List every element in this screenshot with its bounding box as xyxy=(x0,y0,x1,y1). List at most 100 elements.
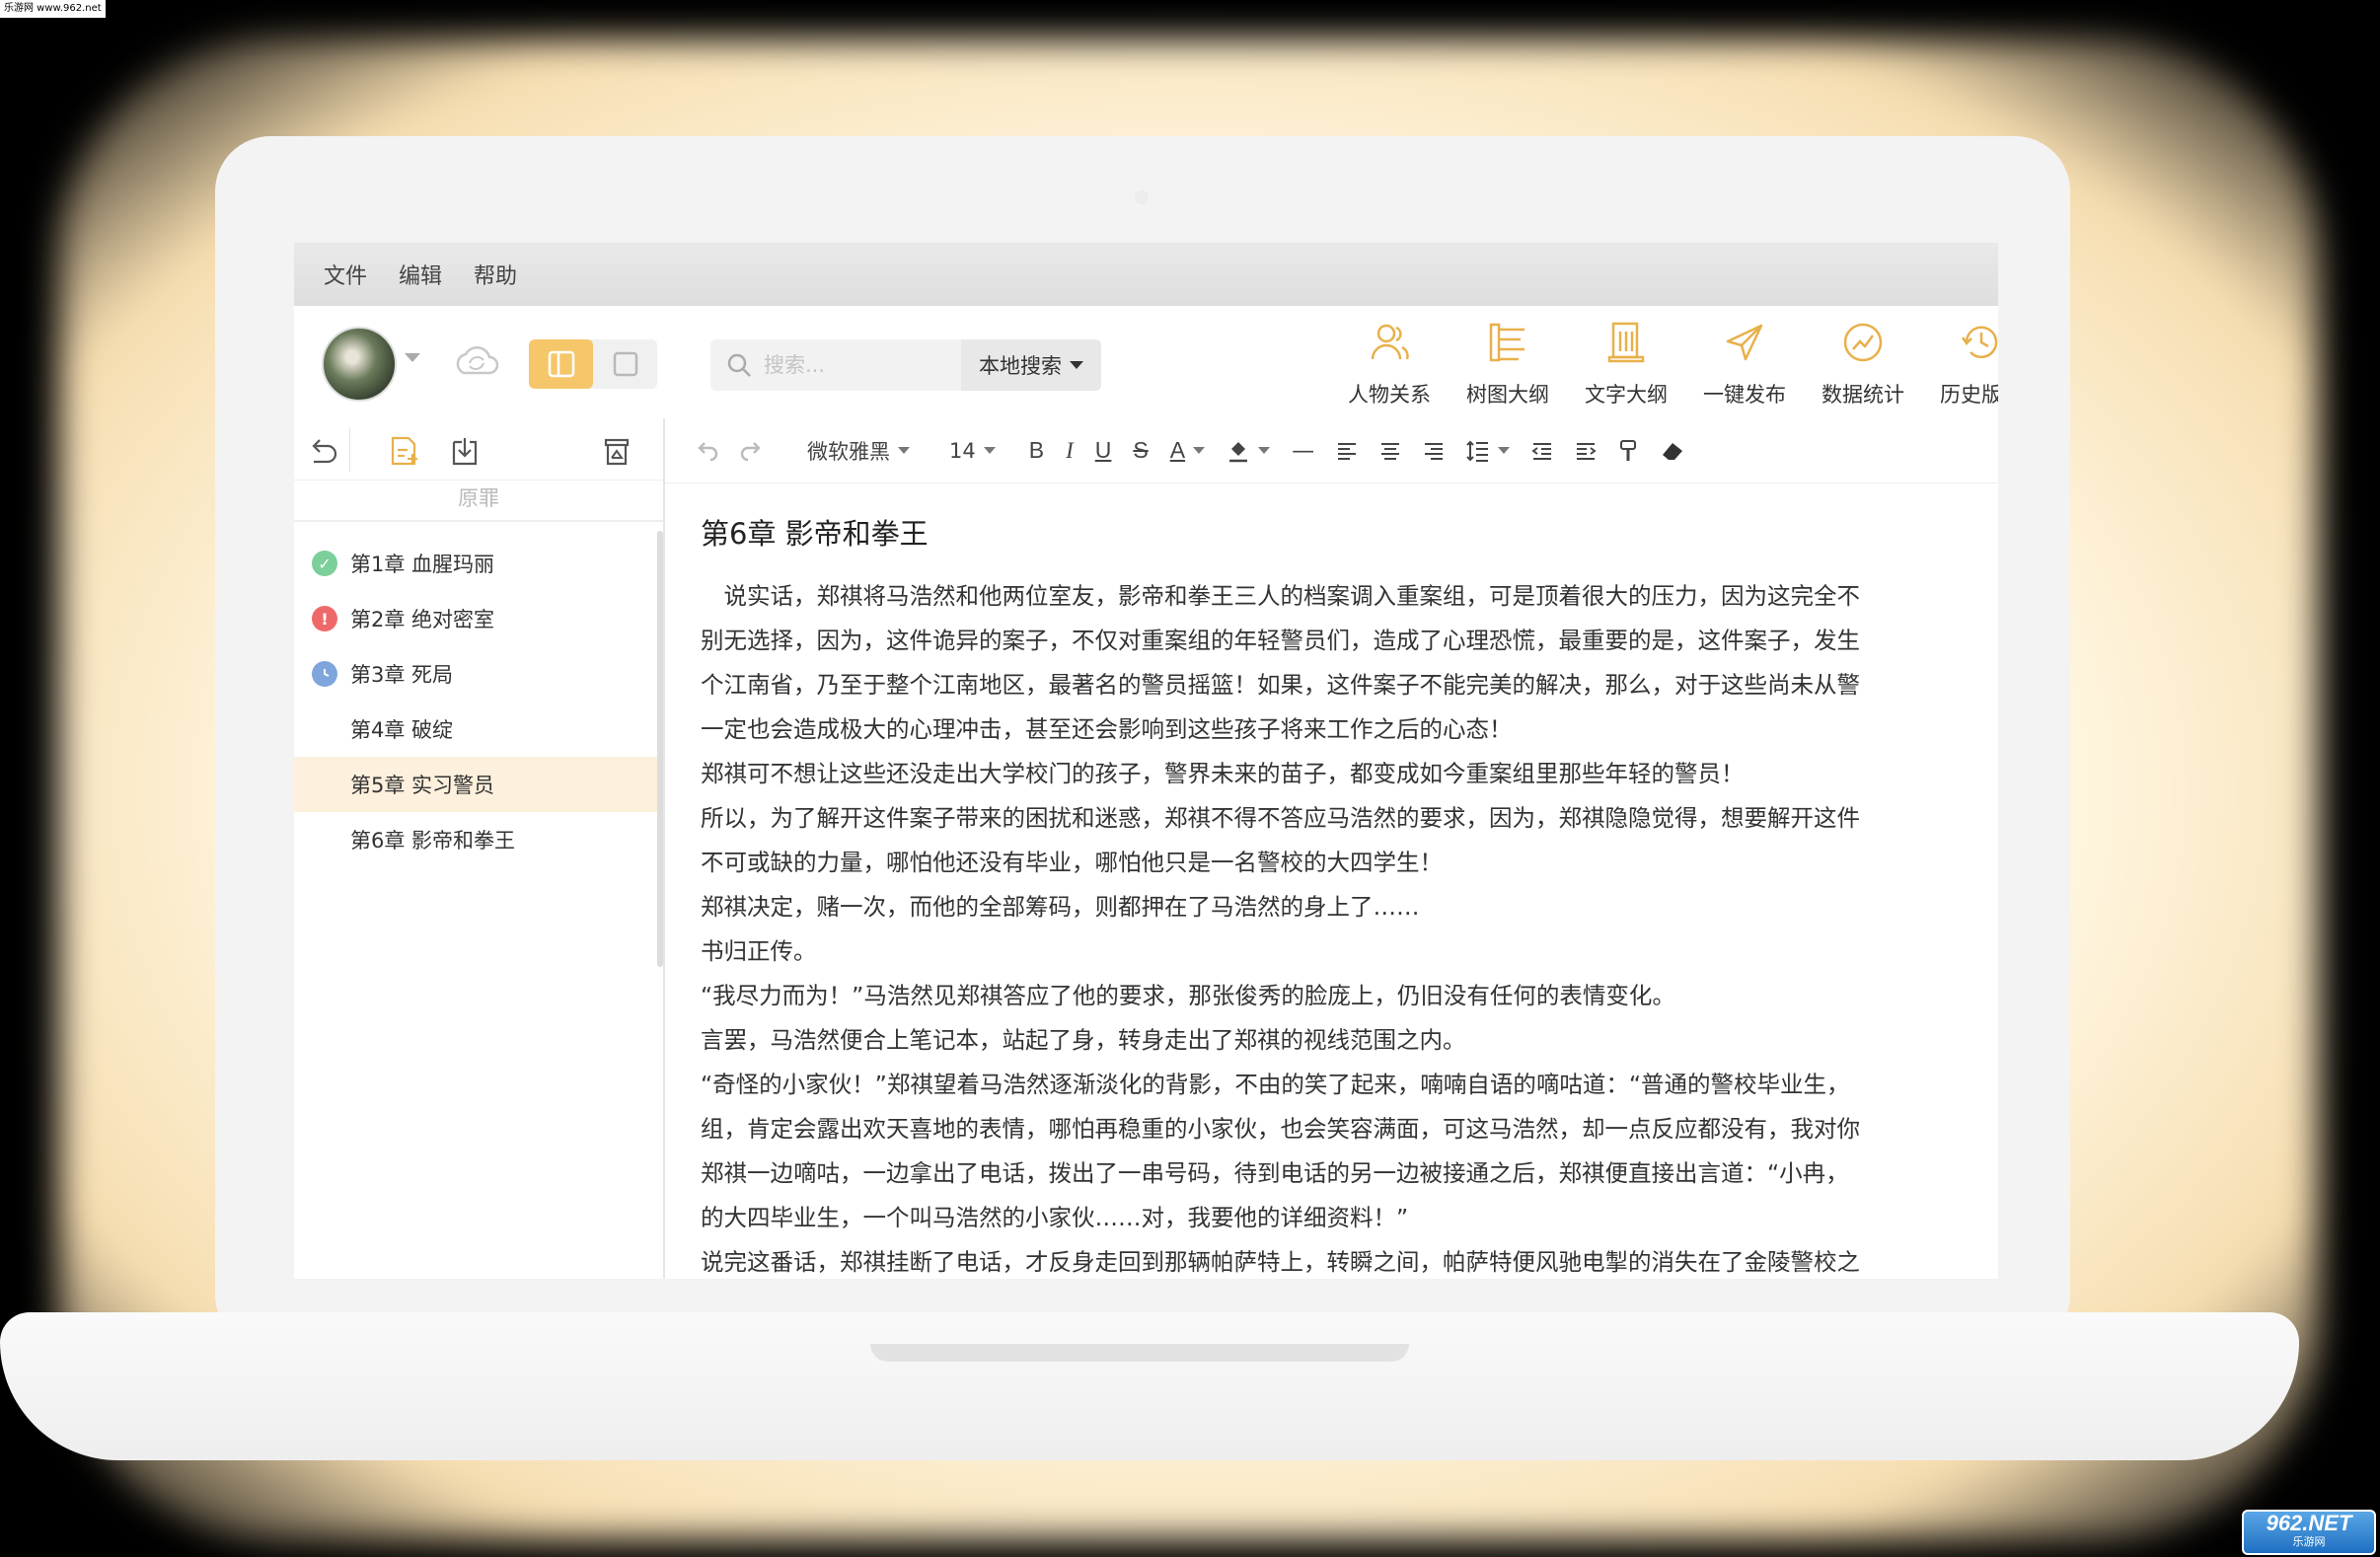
chevron-down-icon xyxy=(1070,361,1083,369)
font-size-value: 14 xyxy=(949,438,976,463)
tool-statistics[interactable]: 数据统计 xyxy=(1804,320,1922,408)
chapter-label: 第4章 破绽 xyxy=(350,718,454,742)
chapter-toolbar xyxy=(294,418,663,481)
chevron-down-icon[interactable] xyxy=(405,353,420,362)
tool-label: 数据统计 xyxy=(1822,383,1904,407)
publish-icon xyxy=(1726,324,1763,361)
line-spacing-icon[interactable] xyxy=(1466,440,1511,462)
split-view-icon xyxy=(548,350,574,378)
menu-file[interactable]: 文件 xyxy=(324,259,367,290)
import-icon[interactable] xyxy=(448,434,482,468)
redo-arrow-icon xyxy=(740,441,761,461)
highlight-color-icon[interactable] xyxy=(1227,439,1271,463)
paragraph: 组，肯定会露出欢天喜地的表情，哪怕再稳重的小家伙，也会笑容满面，可这马浩然，却一… xyxy=(701,1115,1860,1143)
avatar[interactable] xyxy=(322,327,397,402)
paragraph: 书归正传。 xyxy=(701,937,817,965)
book-title: 原罪 xyxy=(294,481,663,522)
app-window: 文件 编辑 帮助 搜索... 本地搜索 人物关系 树图大纲 文字大纲 一键发布 … xyxy=(294,243,1998,1279)
tool-publish[interactable]: 一键发布 xyxy=(1685,320,1804,408)
split-view-button[interactable] xyxy=(529,339,593,389)
tool-label: 一键发布 xyxy=(1703,383,1786,407)
tool-people-relations[interactable]: 人物关系 xyxy=(1330,320,1449,408)
font-family-select[interactable]: 微软雅黑 xyxy=(807,436,910,466)
format-painter-icon[interactable] xyxy=(1618,439,1638,463)
undo-icon[interactable] xyxy=(306,434,339,468)
search-scope-label: 本地搜索 xyxy=(979,354,1062,378)
undo-button[interactable] xyxy=(693,440,718,462)
align-left-icon[interactable] xyxy=(1336,441,1358,461)
paragraph: 一定也会造成极大的心理冲击，甚至还会影响到这些孩子将来工作之后的心态！ xyxy=(701,715,1513,743)
chapter-label: 第1章 血腥玛丽 xyxy=(350,553,495,576)
new-chapter-icon[interactable] xyxy=(387,434,420,468)
chevron-down-icon xyxy=(1258,447,1271,454)
tool-label: 人物关系 xyxy=(1348,383,1431,407)
editor-pane: 微软雅黑 14 B I U S A — 第6章 影帝和拳王 说实话，郑祺将马浩然… xyxy=(665,418,1998,1279)
trash-icon[interactable] xyxy=(600,434,633,468)
chapter-panel: 原罪 ✓ 第1章 血腥玛丽 ! 第2章 绝对密室 第3章 死局 第4章 破绽 第… xyxy=(294,418,665,1279)
tool-tree-outline[interactable]: 树图大纲 xyxy=(1449,320,1567,408)
chapter-item-selected[interactable]: 第5章 实习警员 xyxy=(294,757,663,812)
tool-text-outline[interactable]: 文字大纲 xyxy=(1567,320,1685,408)
align-right-icon[interactable] xyxy=(1423,441,1445,461)
paragraph: 郑祺一边嘀咕，一边拿出了电话，拨出了一串号码，待到电话的另一边被接通之后，郑祺便… xyxy=(701,1159,1849,1187)
eraser-icon[interactable] xyxy=(1660,440,1685,462)
chapter-list: ✓ 第1章 血腥玛丽 ! 第2章 绝对密室 第3章 死局 第4章 破绽 第5章 … xyxy=(294,522,663,867)
format-toolbar: 微软雅黑 14 B I U S A — xyxy=(665,418,1998,483)
menu-bar: 文件 编辑 帮助 xyxy=(294,243,1998,306)
document-body[interactable]: 第6章 影帝和拳王 说实话，郑祺将马浩然和他两位室友，影帝和拳王三人的档案调入重… xyxy=(665,483,1998,1279)
chapter-item[interactable]: ! 第2章 绝对密室 xyxy=(294,591,663,646)
align-center-icon[interactable] xyxy=(1379,441,1401,461)
font-family-value: 微软雅黑 xyxy=(807,439,890,464)
search-scope-dropdown[interactable]: 本地搜索 xyxy=(961,339,1101,391)
clock-icon xyxy=(324,669,330,677)
paragraph: 郑祺决定，赌一次，而他的全部筹码，则都押在了马浩然的身上了…… xyxy=(701,893,1420,921)
paragraph: 的大四毕业生，一个叫马浩然的小家伙……对，我要他的详细资料！” xyxy=(701,1204,1409,1231)
paragraph: 说完这番话，郑祺挂断了电话，才反身走回到那辆帕萨特上，转瞬之间，帕萨特便风驰电掣… xyxy=(701,1248,1860,1276)
tool-history[interactable]: 历史版本 xyxy=(1922,320,1998,408)
redo-button[interactable] xyxy=(740,440,766,462)
strikethrough-icon[interactable]: S xyxy=(1133,437,1148,464)
main-toolbar: 本地搜索 人物关系 树图 xyxy=(294,306,1998,418)
menu-help[interactable]: 帮助 xyxy=(474,259,517,290)
single-view-button[interactable] xyxy=(593,339,657,389)
document-title: 第6章 影帝和拳王 xyxy=(701,517,929,551)
history-icon xyxy=(1961,326,1998,359)
italic-icon[interactable]: I xyxy=(1066,438,1074,464)
align-center-glyph xyxy=(1381,442,1400,460)
paragraph: 郑祺可不想让这些还没走出大学校门的孩子，警界未来的苗子，都变成如今重案组里那些年… xyxy=(701,760,1745,787)
chapter-item[interactable]: ✓ 第1章 血腥玛丽 xyxy=(294,536,663,591)
text-outline-icon xyxy=(1607,322,1645,363)
outdent-icon[interactable] xyxy=(1531,441,1553,461)
search-input[interactable] xyxy=(762,352,943,378)
site-logo-subtext: 乐游网 xyxy=(2292,1536,2326,1548)
chapter-label: 第2章 绝对密室 xyxy=(350,608,495,631)
indent-glyph xyxy=(1577,442,1597,460)
paragraph: 别无选择，因为，这件诡异的案子，不仅对重案组的年轻警员们，造成了心理恐慌，最重要… xyxy=(701,627,1860,654)
warning-status-icon: ! xyxy=(312,606,337,631)
eraser-glyph xyxy=(1663,442,1683,460)
font-color-icon[interactable]: A xyxy=(1170,437,1206,464)
chapter-item[interactable]: 第6章 影帝和拳王 xyxy=(294,812,663,867)
chapter-label: 第3章 死局 xyxy=(350,663,454,687)
paragraph: “奇怪的小家伙！”郑祺望着马浩然逐渐淡化的背影，不由的笑了起来，喃喃自语的嘀咕道… xyxy=(701,1071,1850,1098)
indent-icon[interactable] xyxy=(1575,441,1597,461)
cloud-sync-icon[interactable] xyxy=(452,341,501,381)
bold-icon[interactable]: B xyxy=(1029,437,1044,464)
paint-bucket-icon xyxy=(1229,441,1248,462)
chapter-item[interactable]: 第3章 死局 xyxy=(294,646,663,702)
laptop-base xyxy=(0,1312,2299,1460)
font-size-select[interactable]: 14 xyxy=(949,439,996,463)
clock-status-icon xyxy=(312,661,337,687)
chapter-item[interactable]: 第4章 破绽 xyxy=(294,702,663,757)
horizontal-rule-icon[interactable]: — xyxy=(1292,438,1314,464)
paragraph: 个江南省，乃至于整个江南地区，最著名的警员摇篮！如果，这件案子不能完美的解决，那… xyxy=(701,671,1860,699)
chapter-scrollbar[interactable] xyxy=(657,531,663,967)
align-right-glyph xyxy=(1425,442,1444,460)
underline-icon[interactable]: U xyxy=(1095,437,1112,464)
divider xyxy=(349,428,350,472)
menu-edit[interactable]: 编辑 xyxy=(399,259,442,290)
single-view-icon xyxy=(613,351,637,377)
paint-brush-glyph xyxy=(1620,439,1637,461)
paragraph: 言罢，马浩然便合上笔记本，站起了身，转身走出了郑祺的视线范围之内。 xyxy=(701,1026,1466,1054)
chart-icon xyxy=(1843,323,1883,362)
